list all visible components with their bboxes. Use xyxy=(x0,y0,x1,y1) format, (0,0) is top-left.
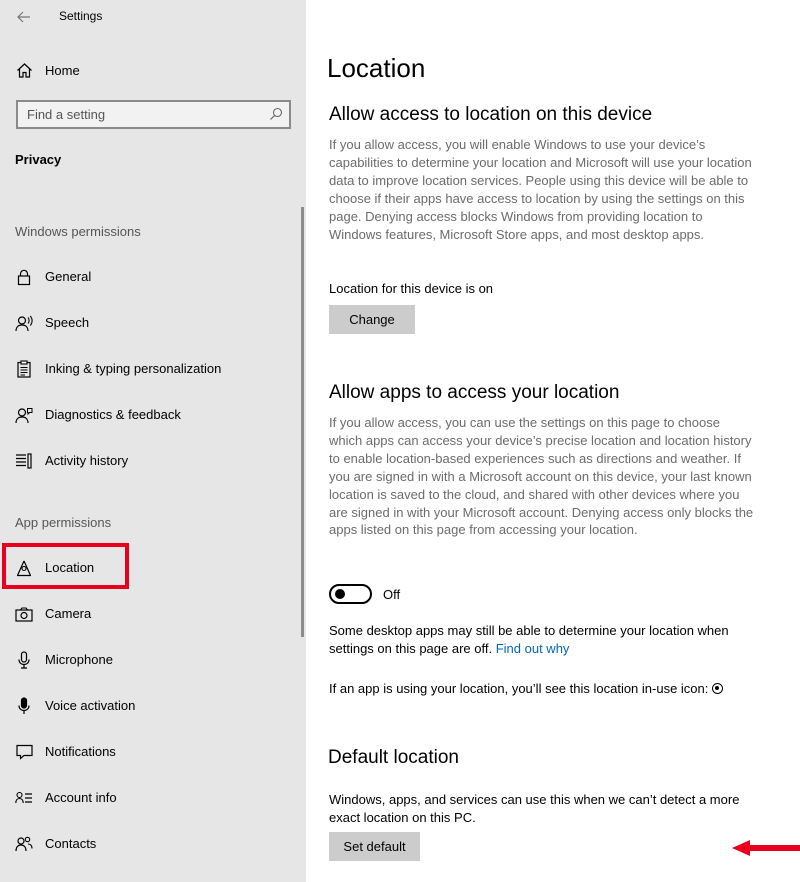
group-header-windows-permissions: Windows permissions xyxy=(15,224,141,239)
search-input[interactable] xyxy=(18,102,263,127)
sidebar-item-label: Contacts xyxy=(45,836,97,851)
account-info-icon xyxy=(15,789,33,807)
section-title: Privacy xyxy=(15,152,62,167)
sidebar-item-speech[interactable]: Speech xyxy=(0,307,300,339)
app-access-heading: Allow apps to access your location xyxy=(329,382,620,403)
device-access-description: If you allow access, you will enable Win… xyxy=(329,137,752,242)
sidebar-item-general[interactable]: General xyxy=(0,261,300,293)
device-location-status: Location for this device is on xyxy=(329,281,494,296)
sidebar-item-label: Home xyxy=(45,63,80,78)
search-icon[interactable] xyxy=(269,107,283,121)
sidebar-item-notifications[interactable]: Notifications xyxy=(0,736,300,768)
sidebar-item-voice-activation[interactable]: Voice activation xyxy=(0,690,300,722)
page-title: Location xyxy=(327,53,426,83)
sidebar-item-microphone[interactable]: Microphone xyxy=(0,644,300,676)
microphone-icon xyxy=(15,651,33,669)
default-location-description: Windows, apps, and services can use this… xyxy=(329,792,740,825)
feedback-icon xyxy=(15,406,33,424)
sidebar-item-activity-history[interactable]: Activity history xyxy=(0,445,300,477)
sidebar-item-label: Voice activation xyxy=(45,698,136,713)
set-default-button[interactable]: Set default xyxy=(329,832,420,861)
app-access-description: If you allow access, you can use the set… xyxy=(329,415,754,538)
title-bar: Settings xyxy=(0,0,306,34)
activity-history-icon xyxy=(15,452,33,470)
find-out-why-link[interactable]: Find out why xyxy=(496,641,570,656)
back-button[interactable] xyxy=(12,6,36,28)
home-icon xyxy=(15,61,33,79)
device-access-heading: Allow access to location on this device xyxy=(329,104,653,125)
notifications-icon xyxy=(15,743,33,761)
change-button[interactable]: Change xyxy=(329,305,415,334)
sidebar-item-label: Location xyxy=(45,560,95,575)
sidebar-item-label: Inking & typing personalization xyxy=(45,361,222,376)
back-arrow-icon xyxy=(17,11,30,23)
sidebar-item-account-info[interactable]: Account info xyxy=(0,782,300,814)
sidebar-item-label: General xyxy=(45,269,92,284)
main-content: Location Allow access to location on thi… xyxy=(306,0,800,882)
sidebar-item-label: Speech xyxy=(45,315,90,330)
toggle-knob xyxy=(335,589,345,599)
sidebar: Settings Home Privacy Windows permission… xyxy=(0,0,306,882)
sidebar-item-home[interactable]: Home xyxy=(0,55,300,85)
voice-activation-icon xyxy=(15,697,33,715)
inuse-text: If an app is using your location, you’ll… xyxy=(329,680,799,698)
contacts-icon xyxy=(15,835,33,853)
lock-icon xyxy=(15,268,33,286)
sidebar-item-label: Camera xyxy=(45,606,92,621)
camera-icon xyxy=(15,605,33,623)
app-title: Settings xyxy=(59,9,103,23)
sidebar-scrollbar[interactable] xyxy=(301,207,304,637)
sidebar-item-inking-typing[interactable]: Inking & typing personalization xyxy=(0,353,300,385)
speech-icon xyxy=(15,314,33,332)
toggle-state-label: Off xyxy=(383,587,401,602)
sidebar-item-label: Account info xyxy=(45,790,117,805)
inuse-label: If an app is using your location, you’ll… xyxy=(329,681,709,696)
red-arrow-icon xyxy=(732,840,800,856)
sidebar-item-label: Notifications xyxy=(45,744,116,759)
location-icon xyxy=(15,559,33,577)
location-in-use-icon xyxy=(712,683,724,694)
clipboard-icon xyxy=(15,360,33,378)
sidebar-item-contacts[interactable]: Contacts xyxy=(0,828,300,860)
default-location-heading: Default location xyxy=(328,747,459,768)
group-header-app-permissions: App permissions xyxy=(15,515,112,530)
sidebar-item-camera[interactable]: Camera xyxy=(0,598,300,630)
sidebar-item-label: Diagnostics & feedback xyxy=(45,407,181,422)
desktop-apps-note: Some desktop apps may still be able to d… xyxy=(329,622,759,658)
sidebar-item-label: Activity history xyxy=(45,453,129,468)
search-box[interactable] xyxy=(16,100,291,129)
sidebar-item-diagnostics-feedback[interactable]: Diagnostics & feedback xyxy=(0,399,300,431)
sidebar-item-location[interactable]: Location xyxy=(0,552,300,584)
sidebar-item-label: Microphone xyxy=(45,652,113,667)
location-toggle[interactable] xyxy=(329,584,372,604)
